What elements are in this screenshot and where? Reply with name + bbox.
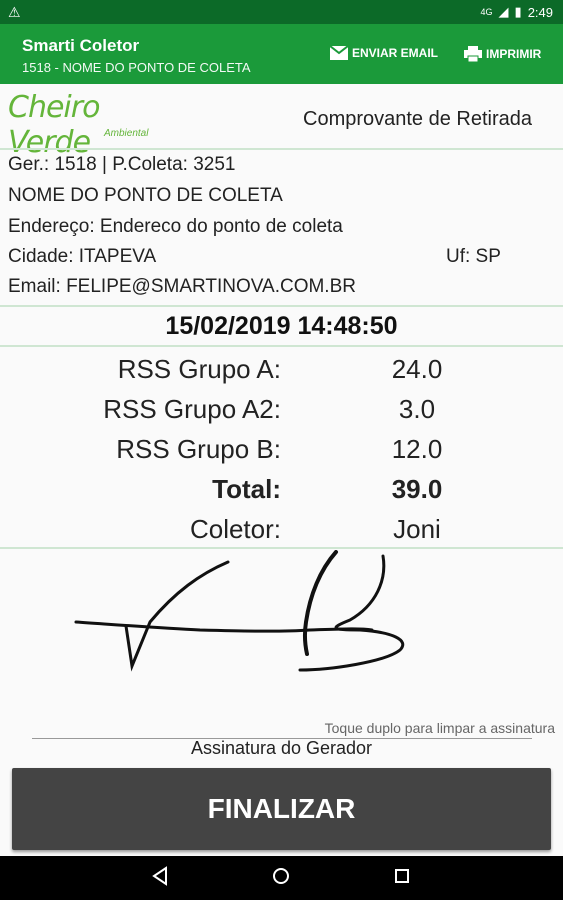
divider (0, 148, 563, 150)
email-icon (330, 46, 348, 60)
row-label: RSS Grupo B: (116, 434, 281, 464)
signature-stroke (302, 550, 338, 656)
app-bar: Smarti Coletor 1518 - NOME DO PONTO DE C… (0, 24, 563, 84)
print-label: IMPRIMIR (486, 47, 542, 61)
logo-tagline: Ambiental (104, 128, 149, 139)
warning-icon: ⚠ (8, 4, 21, 20)
collection-datetime: 15/02/2019 14:48:50 (165, 312, 398, 340)
print-icon (464, 46, 482, 62)
state-uf: Uf: SP (446, 246, 501, 267)
signature-label: Assinatura do Gerador (190, 738, 373, 758)
app-title: Smarti Coletor (22, 36, 140, 55)
row-value: 24.0 (391, 354, 443, 384)
row-value: 39.0 (391, 474, 443, 504)
city: Cidade: ITAPEVA (8, 246, 157, 267)
company-logo: Cheiro Verde Ambiental (8, 90, 149, 160)
navigation-bar (0, 856, 563, 900)
address: Endereço: Endereco do ponto de coleta (8, 216, 343, 237)
recents-icon[interactable] (392, 866, 412, 886)
divider (0, 345, 563, 347)
home-icon[interactable] (271, 866, 291, 886)
email: Email: FELIPE@SMARTINOVA.COM.BR (8, 276, 356, 297)
row-value: 3.0 (398, 394, 436, 424)
finalize-button[interactable]: FINALIZAR (12, 768, 551, 850)
signature-stroke (74, 620, 374, 633)
row-label: Coletor: (189, 514, 281, 544)
row-label: RSS Grupo A2: (103, 394, 281, 424)
row-label: Total: (212, 474, 281, 504)
signal-icon: ◢ (498, 4, 509, 19)
send-email-button[interactable]: ENVIAR EMAIL (330, 46, 438, 60)
receipt-title: Comprovante de Retirada (303, 108, 533, 130)
status-bar: ⚠ 4G ◢ ▮ 2:49 (0, 0, 563, 24)
back-icon[interactable] (150, 866, 170, 886)
network-type: 4G (480, 7, 493, 17)
divider (0, 547, 563, 549)
send-email-label: ENVIAR EMAIL (352, 46, 439, 60)
row-value: Joni (393, 514, 441, 544)
signature-stroke (124, 560, 230, 672)
clear-signature-hint: Toque duplo para limpar a assinatura (324, 720, 555, 736)
point-name: NOME DO PONTO DE COLETA (8, 185, 283, 206)
app-subtitle: 1518 - NOME DO PONTO DE COLETA (22, 60, 251, 75)
clock: 2:49 (527, 4, 553, 20)
print-button[interactable]: IMPRIMIR (464, 46, 541, 62)
generator-line: Ger.: 1518 | P.Coleta: 3251 (8, 154, 236, 175)
battery-icon: ▮ (514, 4, 522, 19)
row-label: RSS Grupo A: (117, 354, 281, 384)
divider (0, 305, 563, 307)
signature-stroke (298, 554, 405, 672)
row-value: 12.0 (391, 434, 443, 464)
